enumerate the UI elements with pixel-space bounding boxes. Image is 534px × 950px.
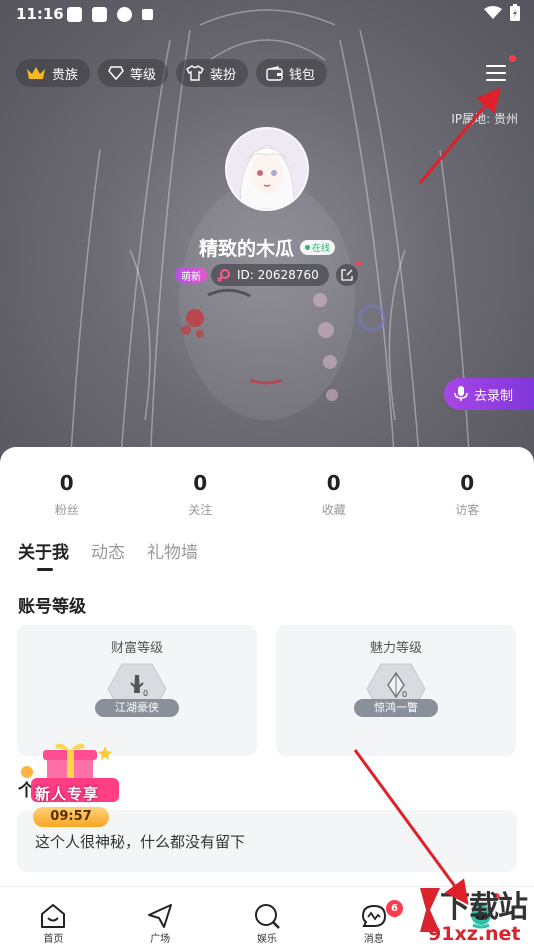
ip-location: IP属地: 贵州 [451,112,518,126]
promo-countdown: 09:57 [33,807,109,827]
menu-notification-dot [509,55,516,62]
app-notification-icon [142,9,153,20]
dressup-label: 装扮 [210,67,237,83]
profile-hero: 11:16 贵族 等级 装扮 钱包 IP属地: 贵州 精致的木瓜 在线 萌新 I… [0,0,534,470]
promo-label: 新人专享 [35,785,100,803]
wealth-rank: 江湖豪侠 [95,699,179,717]
dressup-button[interactable]: 装扮 [176,59,249,87]
profile-content-card: 0 粉丝 0 关注 0 收藏 0 访客 关于我 动态 礼物墙 账号等级 财富等级… [0,447,534,950]
record-button-label: 去录制 [474,388,514,404]
microphone-icon [454,386,468,401]
stat-value: 0 [59,471,74,495]
edit-icon [341,269,353,281]
nav-entertainment[interactable]: 娱乐 [214,887,321,950]
user-id-box[interactable]: ID: 20628760 [211,264,329,286]
stat-value: 0 [193,471,208,495]
diamond-icon [108,66,124,80]
stat-label: 关注 [188,503,213,517]
plaza-icon [148,904,173,928]
profile-tabs: 关于我 动态 礼物墙 [18,538,198,571]
username: 精致的木瓜 [198,238,294,260]
watermark: 下载站 91xz.net [418,882,534,950]
nav-home-label: 首页 [43,934,64,945]
wallet-icon [266,65,283,81]
stat-following[interactable]: 0 关注 [134,471,268,518]
home-icon [41,904,66,928]
charm-level-title: 魅力等级 [369,641,422,656]
newcomer-badge: 萌新 [175,267,207,283]
crown-icon [27,67,45,79]
watermark-text: 下载站 [440,890,528,925]
nav-entertainment-label: 娱乐 [256,934,277,945]
wealth-level-title: 财富等级 [110,641,163,656]
shirt-icon [186,65,204,81]
level-button[interactable]: 等级 [98,59,169,87]
gender-female-icon [217,269,230,282]
stat-fans[interactable]: 0 粉丝 [0,471,134,518]
wallet-label: 钱包 [289,67,316,83]
online-dot-icon [305,245,310,250]
tab-moments[interactable]: 动态 [91,538,125,563]
nav-message[interactable]: 消息 [320,887,427,950]
stat-favorites[interactable]: 0 收藏 [267,471,401,518]
nav-home[interactable]: 首页 [0,887,107,950]
tab-gift-wall[interactable]: 礼物墙 [147,538,198,563]
record-button[interactable]: 去录制 [444,378,534,410]
account-level-title: 账号等级 [18,597,86,617]
stats-row: 0 粉丝 0 关注 0 收藏 0 访客 [0,471,534,518]
user-id-text: ID: 20628760 [237,268,319,282]
level-label: 等级 [130,67,157,83]
wealth-level-number: 0 [143,689,148,698]
wealth-level-card[interactable]: 财富等级 0 江湖豪侠 [17,625,257,756]
avatar-image [227,129,307,209]
stat-label: 粉丝 [54,503,79,517]
bio-text: 这个人很神秘，什么都没有留下 [35,833,246,851]
app-notification-icon [117,7,132,22]
wallet-button[interactable]: 钱包 [256,59,328,87]
nav-message-label: 消息 [363,934,384,945]
charm-rank: 惊鸿一瞥 [354,699,438,717]
tab-about-me[interactable]: 关于我 [18,538,69,571]
stat-visitors[interactable]: 0 访客 [401,471,534,518]
message-badge: 6 [386,900,403,917]
status-time: 11:16 [16,5,64,23]
name-row: 精致的木瓜 在线 [0,234,534,261]
charm-level-number: 0 [402,690,407,699]
stat-value: 0 [326,471,341,495]
message-icon [361,904,386,927]
stat-label: 访客 [455,503,480,517]
stat-value: 0 [460,471,475,495]
profile-meta-row: 萌新 ID: 20628760 [175,261,361,286]
stat-label: 收藏 [321,503,346,517]
online-status-badge: 在线 [300,240,336,255]
edit-profile-button[interactable] [335,261,361,286]
menu-button[interactable] [484,62,510,86]
nobility-label: 贵族 [52,67,79,83]
nobility-button[interactable]: 贵族 [16,59,91,87]
notification-icon [92,7,107,22]
battery-icon [510,4,520,21]
watermark-url: 91xz.net [428,923,521,945]
avatar[interactable] [225,127,309,211]
nav-plaza-label: 广场 [150,934,171,945]
header-shortcuts: 贵族 等级 装扮 钱包 [16,59,328,87]
status-bar: 11:16 [0,0,534,30]
entertainment-icon [254,904,280,929]
newcomer-promo-widget[interactable]: 新人专享 09:57 [17,742,127,832]
notification-icon [67,7,82,22]
edit-notification-dot [355,261,361,266]
online-status-label: 在线 [312,244,331,254]
wifi-icon [484,5,502,19]
nav-plaza[interactable]: 广场 [107,887,214,950]
charm-level-card[interactable]: 魅力等级 0 惊鸿一瞥 [276,625,516,756]
